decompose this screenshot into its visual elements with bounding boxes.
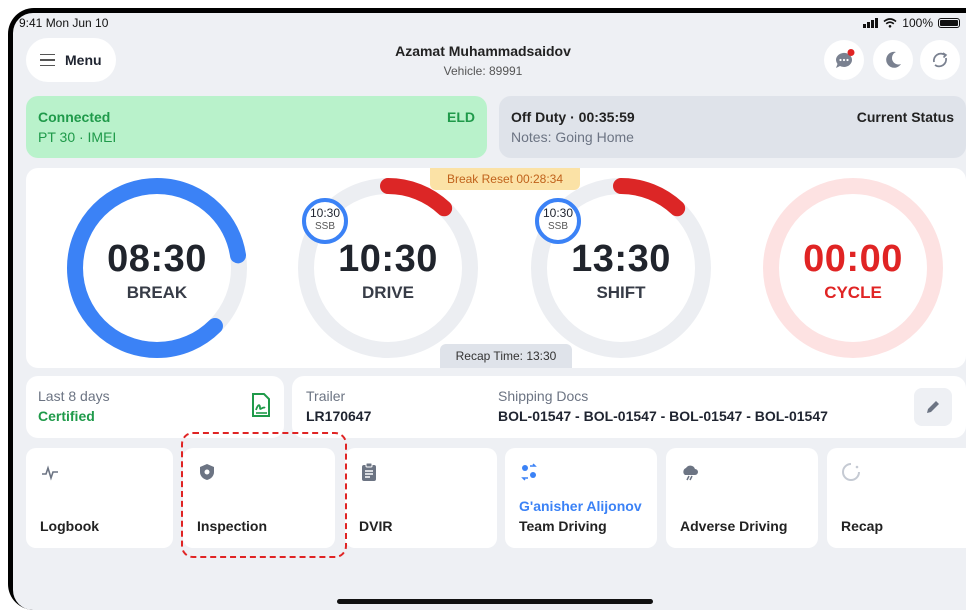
eld-label: ELD bbox=[447, 109, 475, 125]
shift-gauge: 13:30 SHIFT bbox=[521, 238, 721, 303]
connection-status: Connected bbox=[38, 109, 111, 125]
shift-ssb-badge: 10:30 SSB bbox=[535, 198, 581, 244]
eld-connection-card[interactable]: Connected ELD PT 30 · IMEI bbox=[26, 96, 487, 158]
tile-inspection-label: Inspection bbox=[197, 518, 268, 534]
storm-cloud-icon bbox=[683, 465, 698, 481]
dark-mode-button[interactable] bbox=[873, 40, 913, 80]
tile-adverse-driving-label: Adverse Driving bbox=[680, 518, 788, 534]
shipping-docs: Shipping Docs BOL-01547 - BOL-01547 - BO… bbox=[498, 388, 828, 424]
cycle-label: CYCLE bbox=[824, 283, 882, 302]
drive-label: DRIVE bbox=[362, 283, 414, 302]
current-status-label: Current Status bbox=[856, 109, 954, 125]
drive-ssb-value: 10:30 bbox=[309, 206, 341, 220]
tile-team-driving-label: Team Driving bbox=[519, 518, 607, 534]
shift-ssb-label: SSB bbox=[547, 221, 568, 232]
hamburger-icon bbox=[40, 53, 55, 67]
app-screen: 9:41 Mon Jun 10 100% Menu Azamat Muhamma… bbox=[13, 13, 966, 610]
edit-button[interactable] bbox=[914, 388, 952, 426]
certification-status: Certified bbox=[38, 408, 95, 424]
tile-recap-label: Recap bbox=[841, 518, 884, 534]
tile-recap[interactable]: Recap bbox=[827, 448, 966, 548]
battery-icon bbox=[938, 18, 960, 28]
connection-detail: PT 30 · IMEI bbox=[38, 129, 117, 145]
driver-name: Azamat Muhammadsaidov bbox=[395, 43, 571, 59]
battery-percent: 100% bbox=[902, 16, 933, 30]
tile-dvir-label: DVIR bbox=[359, 518, 393, 534]
team-driver-name: G'anisher Alijonov bbox=[519, 498, 642, 514]
trailer-docs-card: Trailer LR170647 Shipping Docs BOL-01547… bbox=[292, 376, 966, 438]
break-reset-badge: Break Reset 00:28:34 bbox=[430, 168, 580, 190]
break-label: BREAK bbox=[126, 283, 188, 302]
clipboard-icon bbox=[362, 462, 376, 481]
shipping-docs-value: BOL-01547 - BOL-01547 - BOL-01547 - BOL-… bbox=[498, 408, 828, 424]
tile-team-driving[interactable]: G'anisher Alijonov Team Driving bbox=[505, 448, 657, 548]
menu-label: Menu bbox=[65, 52, 102, 68]
hos-gauges-card: Break Reset 00:28:34 08:30 BREAK 10:30 D… bbox=[26, 168, 966, 368]
recap-time-badge: Recap Time: 13:30 bbox=[440, 344, 572, 368]
drive-ssb-label: SSB bbox=[314, 221, 335, 232]
sync-icon bbox=[933, 52, 948, 68]
drive-ssb-badge: 10:30 SSB bbox=[302, 198, 348, 244]
duty-status-card[interactable]: Off Duty · 00:35:59 Current Status Notes… bbox=[499, 96, 966, 158]
signal-icon bbox=[863, 18, 879, 28]
shift-ssb-value: 10:30 bbox=[542, 206, 574, 220]
drive-gauge: 10:30 DRIVE bbox=[288, 238, 488, 303]
shift-value: 13:30 bbox=[571, 238, 671, 280]
pencil-icon bbox=[927, 401, 939, 413]
team-icon bbox=[521, 463, 537, 481]
cycle-value: 00:00 bbox=[803, 238, 903, 280]
cycle-gauge: 00:00 CYCLE bbox=[753, 238, 953, 303]
tile-inspection[interactable]: Inspection bbox=[183, 448, 335, 548]
pulse-icon bbox=[42, 465, 58, 481]
shift-label: SHIFT bbox=[596, 283, 646, 302]
status-indicators: 100% bbox=[863, 16, 960, 30]
home-indicator bbox=[337, 599, 653, 604]
tile-dvir[interactable]: DVIR bbox=[345, 448, 497, 548]
sync-button[interactable] bbox=[920, 40, 960, 80]
tile-adverse-driving[interactable]: Adverse Driving bbox=[666, 448, 818, 548]
break-value: 08:30 bbox=[107, 238, 207, 280]
tile-logbook-label: Logbook bbox=[40, 518, 100, 534]
shield-icon bbox=[200, 464, 214, 480]
driver-info: Azamat Muhammadsaidov Vehicle: 89991 bbox=[343, 43, 623, 78]
chat-notification-icon bbox=[835, 49, 855, 68]
wifi-icon bbox=[883, 18, 897, 28]
vehicle-number: Vehicle: 89991 bbox=[443, 64, 523, 78]
certification-period: Last 8 days bbox=[38, 388, 110, 404]
drive-value: 10:30 bbox=[338, 238, 438, 280]
status-bar: 9:41 Mon Jun 10 100% bbox=[13, 13, 966, 33]
chat-button[interactable] bbox=[824, 40, 864, 80]
loading-circle-icon bbox=[842, 463, 860, 481]
duty-notes: Notes: Going Home bbox=[511, 129, 634, 145]
moon-icon bbox=[886, 51, 901, 68]
shipping-docs-label: Shipping Docs bbox=[498, 388, 589, 404]
status-time: 9:41 Mon Jun 10 bbox=[19, 16, 109, 30]
signed-document-icon bbox=[252, 393, 270, 417]
break-gauge: 08:30 BREAK bbox=[57, 238, 257, 303]
tile-logbook[interactable]: Logbook bbox=[26, 448, 173, 548]
certification-card[interactable]: Last 8 days Certified bbox=[26, 376, 284, 438]
menu-button[interactable]: Menu bbox=[26, 38, 116, 82]
